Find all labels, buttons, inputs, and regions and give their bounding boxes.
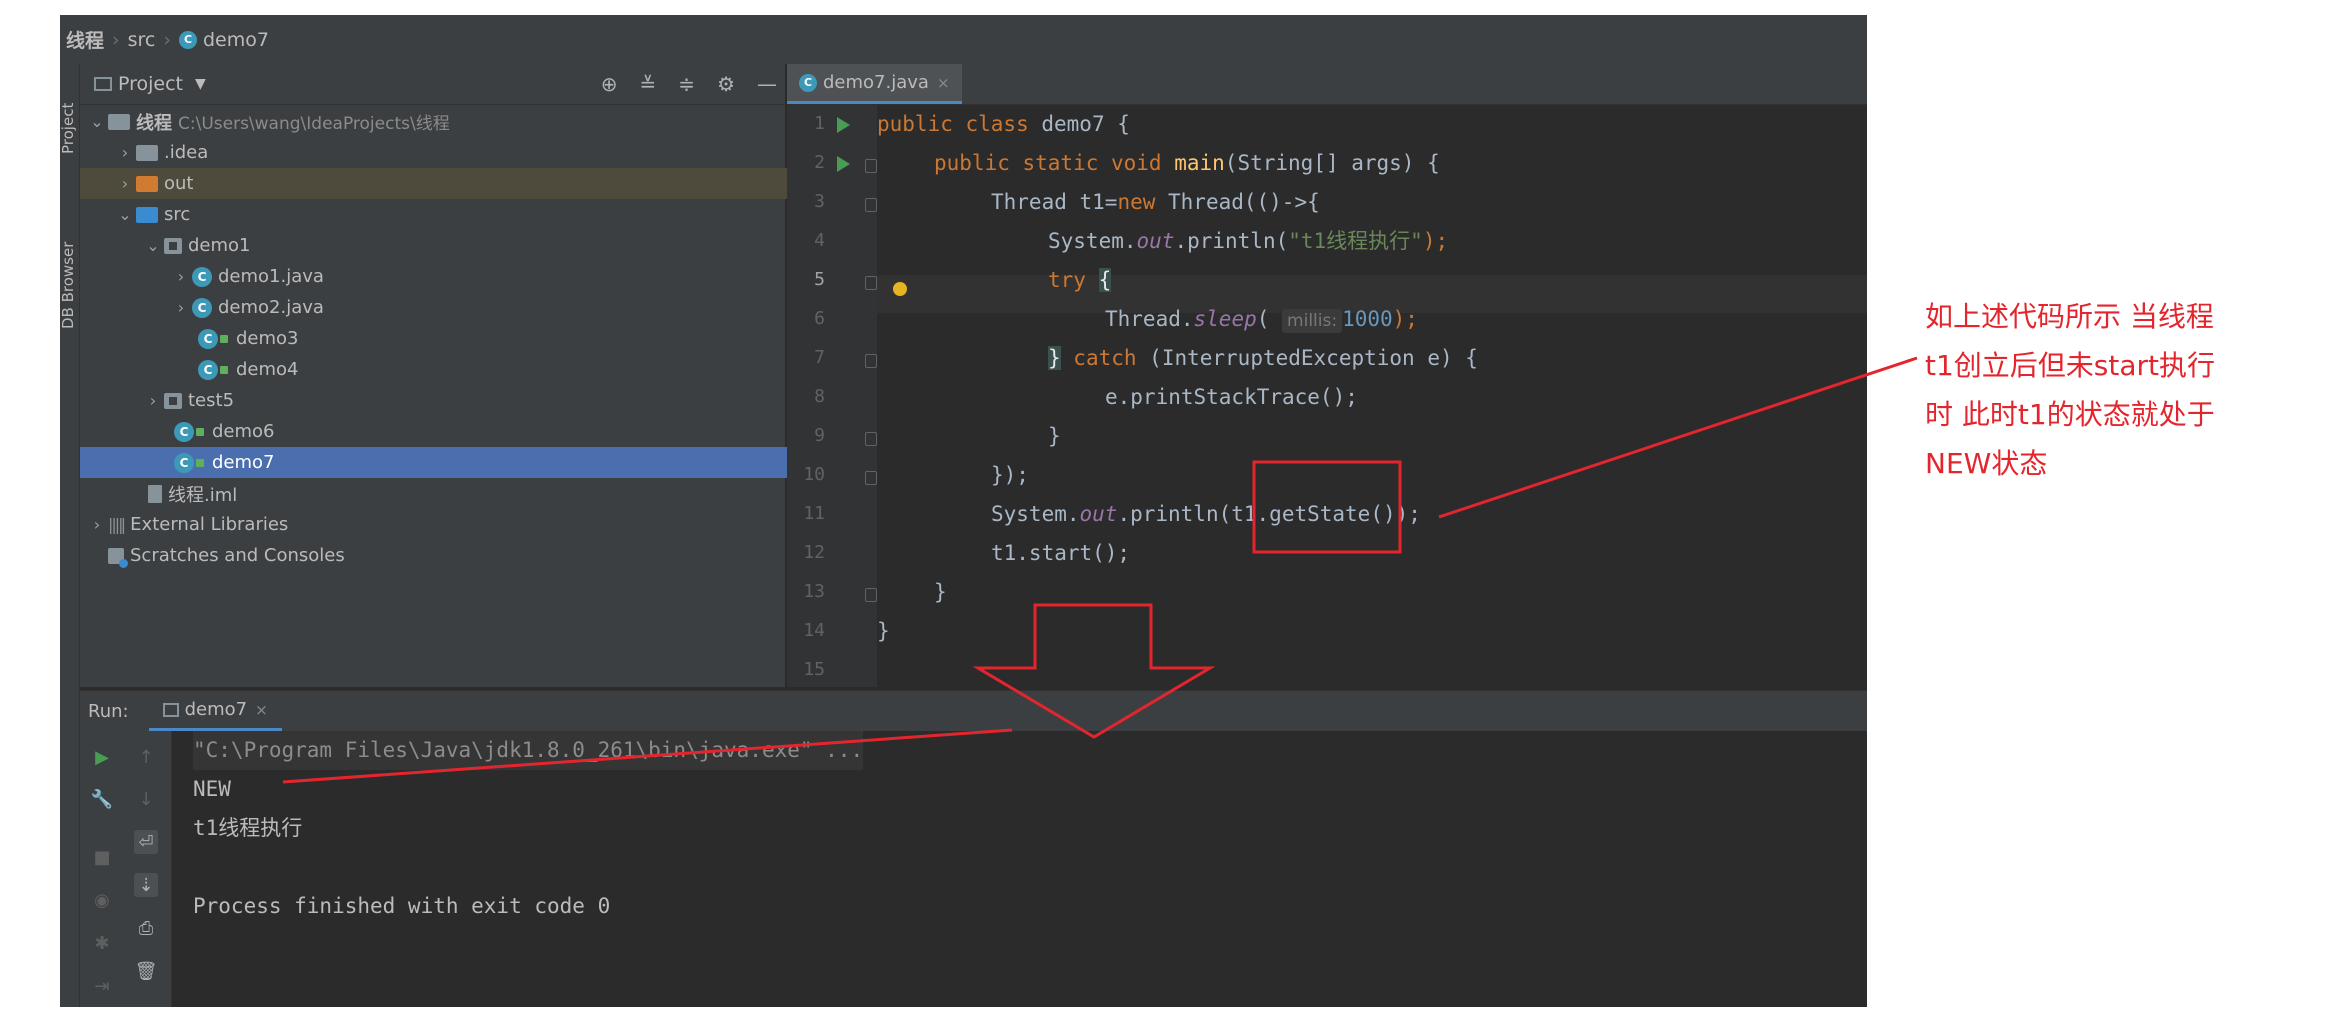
- annotation-line: NEW状态: [1925, 447, 2048, 480]
- annotation-overlay: [282, 356, 1918, 784]
- down-arrow-shape: [972, 603, 1216, 739]
- annotation-line: t1创立后但未start执行: [1925, 349, 2216, 382]
- annotation-line: 如上述代码所示 当线程: [1925, 300, 2214, 333]
- annotation-pointer-line: [1438, 356, 1918, 519]
- output-pointer-line: [282, 728, 1013, 784]
- annotation-line: 时 此时t1的状态就处于: [1925, 398, 2215, 431]
- annotation-text: 如上述代码所示 当线程 t1创立后但未start执行 时 此时t1的状态就处于 …: [1925, 292, 2255, 488]
- highlight-box: [1252, 460, 1402, 554]
